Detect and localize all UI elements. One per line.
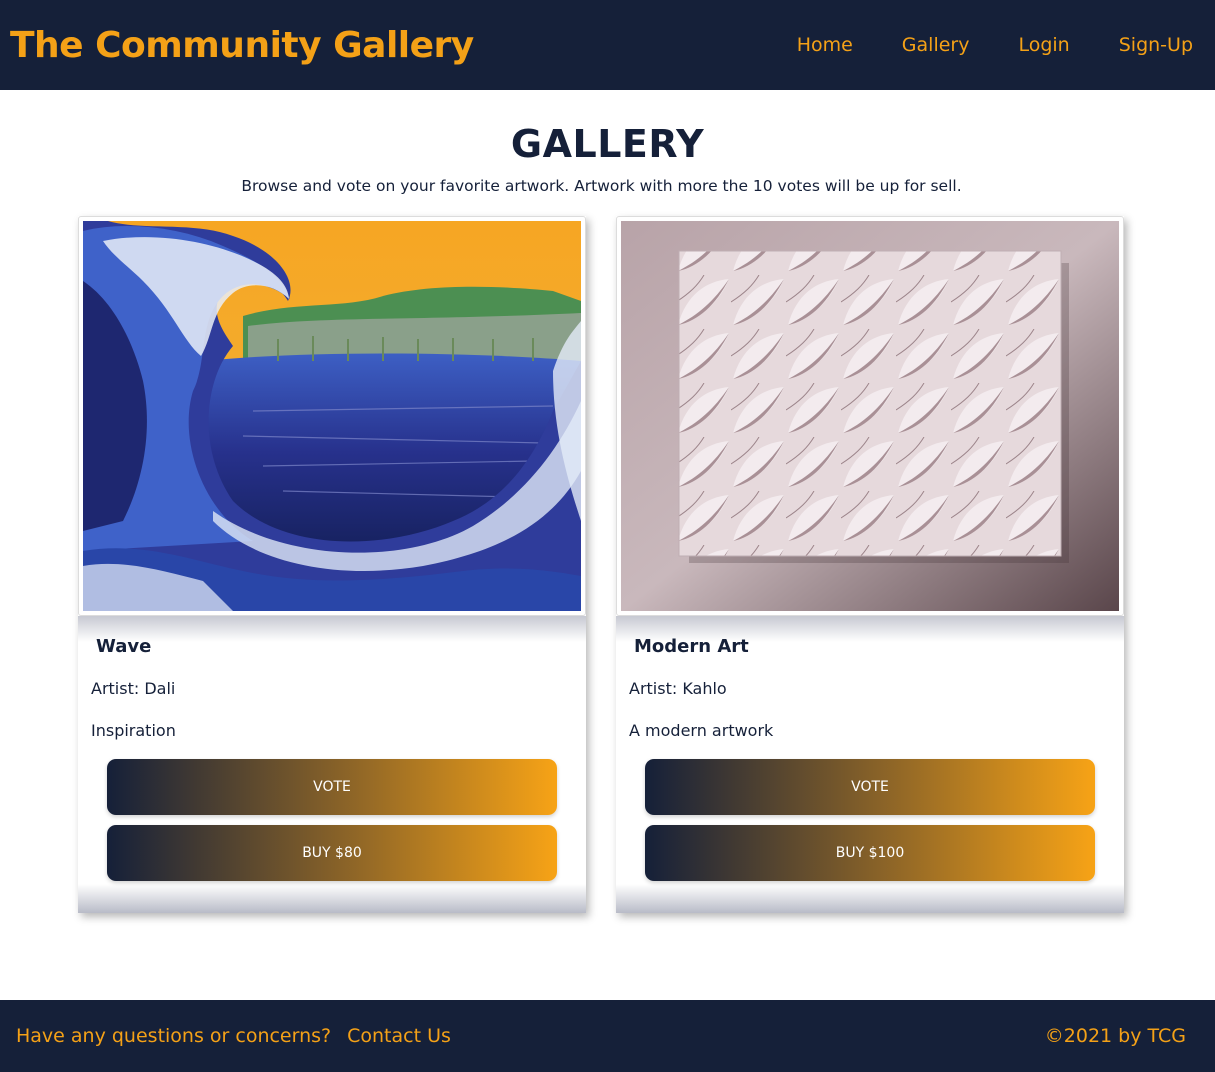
artwork-image-frame (78, 216, 586, 616)
vote-button[interactable]: VOTE (645, 759, 1095, 815)
artwork-image-frame (616, 216, 1124, 616)
buy-button[interactable]: BUY $80 (107, 825, 557, 881)
artwork-title: Wave (96, 636, 152, 657)
artwork-card-body: Modern Art Artist: Kahlo A modern artwor… (616, 616, 1124, 913)
artwork-card-modern-art: Modern Art Artist: Kahlo A modern artwor… (616, 216, 1124, 913)
artwork-description: A modern artwork (629, 721, 774, 740)
footer-copyright: ©2021 by TCG (1044, 1025, 1186, 1047)
nav-login-link[interactable]: Login (1018, 34, 1069, 56)
modern-art-image (621, 221, 1119, 611)
artwork-card-body: Wave Artist: Dali Inspiration VOTE BUY $… (78, 616, 586, 913)
nav-gallery-link[interactable]: Gallery (902, 34, 970, 56)
page-subtitle: Browse and vote on your favorite artwork… (241, 177, 962, 195)
artwork-artist: Artist: Kahlo (629, 679, 727, 698)
nav-home-link[interactable]: Home (797, 34, 853, 56)
artwork-card-wave: Wave Artist: Dali Inspiration VOTE BUY $… (78, 216, 586, 913)
buy-button[interactable]: BUY $100 (645, 825, 1095, 881)
artwork-artist: Artist: Dali (91, 679, 176, 698)
main-nav: Home Gallery Login Sign-Up (748, 34, 1193, 56)
page-title: GALLERY (510, 122, 705, 166)
contact-us-link[interactable]: Contact Us (347, 1025, 451, 1047)
vote-button[interactable]: VOTE (107, 759, 557, 815)
artwork-title: Modern Art (634, 636, 749, 657)
nav-signup-link[interactable]: Sign-Up (1119, 34, 1193, 56)
artwork-description: Inspiration (91, 721, 176, 740)
wave-painting-image (83, 221, 581, 611)
top-navbar: The Community Gallery Home Gallery Login… (0, 0, 1215, 90)
site-footer: Have any questions or concerns? Contact … (0, 1000, 1215, 1072)
footer-question-text: Have any questions or concerns? (16, 1025, 332, 1047)
site-brand[interactable]: The Community Gallery (10, 25, 474, 66)
footer-contact-group: Have any questions or concerns? Contact … (16, 1025, 451, 1047)
